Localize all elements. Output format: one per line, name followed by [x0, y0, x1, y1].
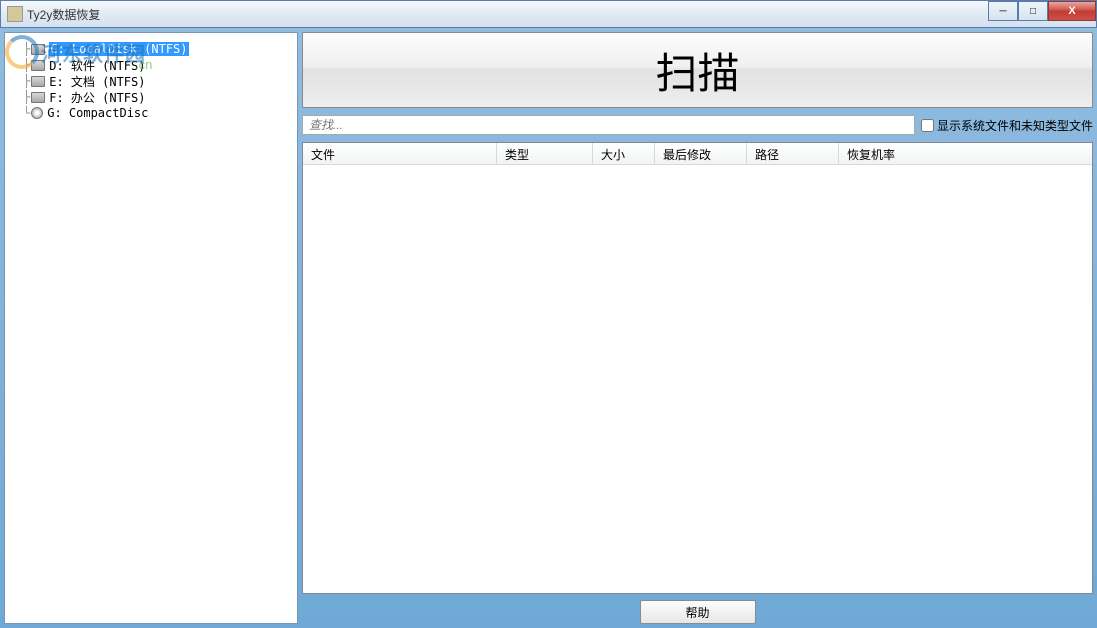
- tree-item-f[interactable]: ├ F: 办公 (NTFS): [23, 89, 293, 105]
- col-path[interactable]: 路径: [747, 143, 839, 164]
- tree-label: G: CompactDisc: [47, 106, 148, 120]
- disk-icon: [31, 60, 45, 71]
- search-input[interactable]: [302, 115, 915, 135]
- file-table: 文件 类型 大小 最后修改 路径 恢复机率: [302, 142, 1093, 594]
- disk-icon: [31, 44, 45, 55]
- disk-icon: [31, 92, 45, 103]
- maximize-button[interactable]: □: [1018, 1, 1048, 21]
- col-recovery[interactable]: 恢复机率: [839, 143, 1092, 164]
- checkbox-label: 显示系统文件和未知类型文件: [937, 117, 1093, 134]
- tree-connector: ├: [23, 90, 29, 104]
- col-size[interactable]: 大小: [593, 143, 655, 164]
- tree-connector: ├: [23, 58, 29, 72]
- help-label: 帮助: [685, 604, 709, 621]
- scan-button[interactable]: 扫描: [302, 32, 1093, 108]
- tree-label: D: 软件 (NTFS): [49, 57, 145, 74]
- help-button[interactable]: 帮助: [640, 600, 756, 624]
- checkbox-input[interactable]: [921, 119, 934, 132]
- col-modified[interactable]: 最后修改: [655, 143, 747, 164]
- tree-label: F: 办公 (NTFS): [49, 89, 145, 106]
- tree-item-d[interactable]: ├ D: 软件 (NTFS): [23, 57, 293, 73]
- search-row: 显示系统文件和未知类型文件: [302, 114, 1093, 136]
- drive-tree-panel: 河东软件园 .cn ├ C: LocalDisk (NTFS) ├ D: 软件 …: [4, 32, 298, 624]
- col-file[interactable]: 文件: [303, 143, 497, 164]
- disk-icon: [31, 76, 45, 87]
- tree-connector: └: [23, 106, 29, 120]
- tree-item-g[interactable]: └ G: CompactDisc: [23, 105, 293, 121]
- tree-item-e[interactable]: ├ E: 文档 (NTFS): [23, 73, 293, 89]
- tree-item-c[interactable]: ├ C: LocalDisk (NTFS): [23, 41, 293, 57]
- titlebar: Ty2y数据恢复 ─ □ X: [0, 0, 1097, 28]
- tree-connector: ├: [23, 74, 29, 88]
- tree-connector: ├: [23, 42, 29, 56]
- table-body: [303, 165, 1092, 593]
- window-title: Ty2y数据恢复: [27, 6, 100, 23]
- col-type[interactable]: 类型: [497, 143, 593, 164]
- app-icon: [7, 6, 23, 22]
- scan-label: 扫描: [655, 40, 739, 101]
- cd-icon: [31, 107, 43, 119]
- tree-label: E: 文档 (NTFS): [49, 73, 145, 90]
- app-body: 河东软件园 .cn ├ C: LocalDisk (NTFS) ├ D: 软件 …: [0, 28, 1097, 628]
- close-button[interactable]: X: [1048, 1, 1096, 21]
- table-header: 文件 类型 大小 最后修改 路径 恢复机率: [303, 143, 1092, 165]
- show-system-files-checkbox[interactable]: 显示系统文件和未知类型文件: [921, 117, 1093, 134]
- drive-tree: ├ C: LocalDisk (NTFS) ├ D: 软件 (NTFS) ├ E…: [9, 41, 293, 121]
- tree-label: C: LocalDisk (NTFS): [49, 42, 188, 56]
- window-controls: ─ □ X: [988, 1, 1096, 21]
- bottom-row: 帮助: [302, 600, 1093, 624]
- right-panel: 扫描 显示系统文件和未知类型文件 文件 类型 大小 最后修改 路径 恢复机率 帮…: [302, 32, 1093, 624]
- minimize-button[interactable]: ─: [988, 1, 1018, 21]
